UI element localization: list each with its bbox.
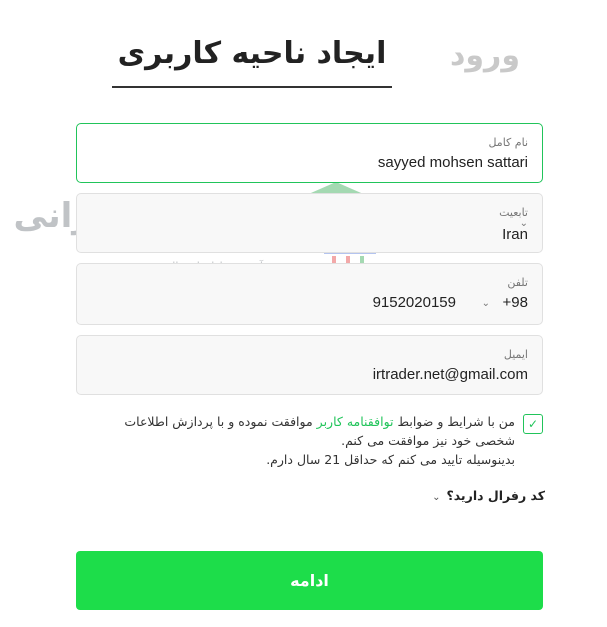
phone-input[interactable]: 9152020159 — [373, 294, 456, 311]
full-name-field[interactable]: نام کامل sayyed mohsen sattari — [76, 123, 543, 183]
nationality-select[interactable]: تابعیت ⌄ Iran — [76, 193, 543, 253]
phone-field[interactable]: تلفن +98 ⌄ 9152020159 — [76, 263, 543, 325]
terms-checkbox[interactable]: ✓ — [523, 414, 543, 434]
email-input[interactable]: irtrader.net@gmail.com — [373, 366, 528, 383]
continue-button[interactable]: ادامه — [76, 551, 543, 610]
terms-prefix: من با شرایط و ضوابط — [393, 414, 515, 429]
terms-text: من با شرایط و ضوابط توافقنامه کاربر مواف… — [85, 412, 515, 469]
full-name-input[interactable]: sayyed mohsen sattari — [378, 154, 528, 171]
auth-tabs: ایجاد ناحیه کاربری ورود — [0, 28, 607, 92]
country-code-select[interactable]: +98 — [503, 294, 528, 311]
referral-chevron-down-icon: ⌄ — [432, 492, 441, 503]
tab-login[interactable]: ورود — [440, 34, 530, 78]
nationality-value[interactable]: Iran — [502, 226, 528, 243]
tab-create-account[interactable]: ایجاد ناحیه کاربری — [112, 32, 392, 76]
email-label: ایمیل — [503, 348, 528, 361]
country-code-chevron-down-icon: ⌄ — [481, 298, 490, 309]
active-tab-underline — [112, 86, 392, 88]
terms-agreement: ✓ من با شرایط و ضوابط توافقنامه کاربر مو… — [76, 410, 543, 470]
email-field[interactable]: ایمیل irtrader.net@gmail.com — [76, 335, 543, 395]
terms-age-confirmation: بدینوسیله تایید می کنم که حداقل 21 سال د… — [266, 452, 515, 467]
referral-toggle[interactable]: کد رفرال دارید؟ ⌄ — [432, 488, 545, 503]
full-name-label: نام کامل — [488, 136, 528, 149]
referral-label: کد رفرال دارید؟ — [446, 488, 545, 503]
user-agreement-link[interactable]: توافقنامه کاربر — [317, 414, 394, 429]
phone-label: تلفن — [507, 276, 528, 289]
